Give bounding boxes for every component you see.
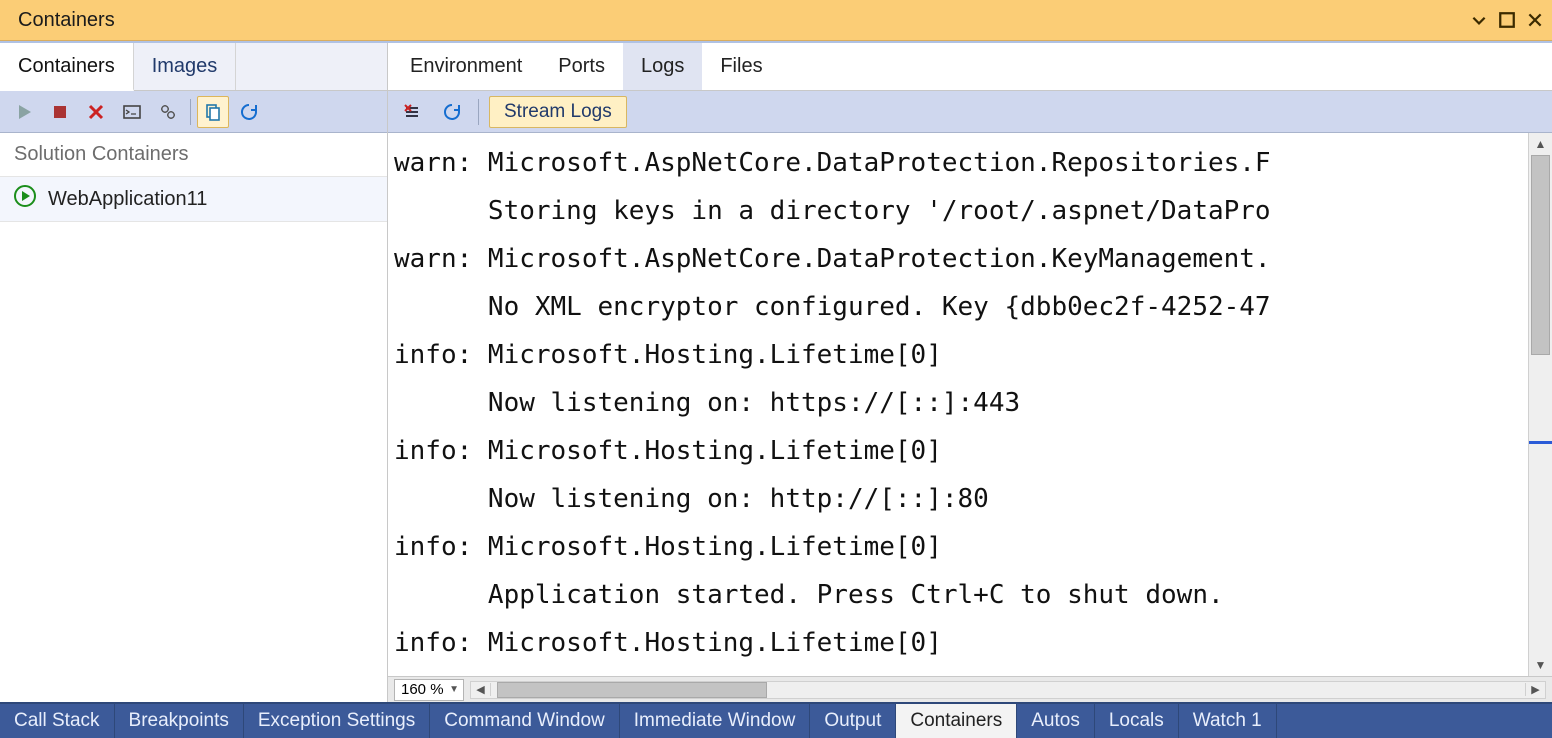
- refresh-icon[interactable]: [233, 96, 265, 128]
- scroll-thumb[interactable]: [1531, 155, 1550, 355]
- window-tab-locals[interactable]: Locals: [1095, 704, 1179, 738]
- left-tab-strip: Containers Images: [0, 43, 387, 91]
- zoom-value: 160 %: [401, 681, 444, 698]
- tab-images[interactable]: Images: [134, 43, 237, 90]
- tab-environment[interactable]: Environment: [392, 43, 540, 90]
- terminal-icon[interactable]: [116, 96, 148, 128]
- tab-ports[interactable]: Ports: [540, 43, 623, 90]
- scroll-left-icon[interactable]: ◀: [471, 683, 491, 696]
- window-tab-containers[interactable]: Containers: [896, 704, 1017, 738]
- left-toolbar: [0, 91, 387, 133]
- section-header: Solution Containers: [0, 133, 387, 177]
- right-toolbar: Stream Logs: [388, 91, 1552, 133]
- close-icon[interactable]: [1526, 11, 1544, 29]
- window-tab-call-stack[interactable]: Call Stack: [0, 704, 115, 738]
- delete-icon[interactable]: [80, 96, 112, 128]
- window-tab-autos[interactable]: Autos: [1017, 704, 1095, 738]
- right-panel: Environment Ports Logs Files Stream Logs…: [388, 43, 1552, 702]
- window-tab-breakpoints[interactable]: Breakpoints: [115, 704, 244, 738]
- window-title: Containers: [18, 9, 115, 32]
- tab-logs[interactable]: Logs: [623, 43, 702, 90]
- left-panel: Containers Images: [0, 43, 388, 702]
- toolbar-separator: [190, 99, 191, 125]
- container-item-label: WebApplication11: [48, 188, 207, 211]
- window-tab-immediate-window[interactable]: Immediate Window: [620, 704, 811, 738]
- window-options-icon[interactable]: [1470, 11, 1488, 29]
- container-item[interactable]: WebApplication11: [0, 177, 387, 222]
- running-icon: [14, 185, 36, 213]
- tab-containers[interactable]: Containers: [0, 43, 134, 91]
- log-output[interactable]: warn: Microsoft.AspNetCore.DataProtectio…: [388, 133, 1528, 676]
- refresh-log-icon[interactable]: [436, 96, 468, 128]
- settings-icon[interactable]: [152, 96, 184, 128]
- stop-icon[interactable]: [44, 96, 76, 128]
- copy-icon[interactable]: [197, 96, 229, 128]
- zoom-select[interactable]: 160 % ▼: [394, 679, 464, 701]
- toolbar-separator: [478, 99, 479, 125]
- clear-log-icon[interactable]: [396, 96, 428, 128]
- window-tab-command-window[interactable]: Command Window: [430, 704, 620, 738]
- hscroll-thumb[interactable]: [497, 682, 767, 698]
- chevron-down-icon: ▼: [449, 684, 459, 695]
- stream-logs-button[interactable]: Stream Logs: [489, 96, 627, 128]
- scroll-right-icon[interactable]: ▶: [1525, 683, 1545, 696]
- window-titlebar: Containers: [0, 0, 1552, 41]
- window-tab-watch-1[interactable]: Watch 1: [1179, 704, 1277, 738]
- maximize-icon[interactable]: [1498, 11, 1516, 29]
- window-tab-output[interactable]: Output: [810, 704, 896, 738]
- tab-files[interactable]: Files: [702, 43, 780, 90]
- vertical-scrollbar[interactable]: ▲ ▼: [1528, 133, 1552, 676]
- scroll-down-icon[interactable]: ▼: [1529, 654, 1552, 676]
- window-tab-exception-settings[interactable]: Exception Settings: [244, 704, 430, 738]
- zoom-bar: 160 % ▼ ◀ ▶: [388, 676, 1552, 702]
- right-tab-strip: Environment Ports Logs Files: [388, 43, 1552, 91]
- scroll-marker: [1529, 441, 1552, 444]
- start-icon[interactable]: [8, 96, 40, 128]
- scroll-up-icon[interactable]: ▲: [1529, 133, 1552, 155]
- horizontal-scrollbar[interactable]: ◀ ▶: [470, 681, 1546, 699]
- window-tab-strip: Call StackBreakpointsException SettingsC…: [0, 702, 1552, 738]
